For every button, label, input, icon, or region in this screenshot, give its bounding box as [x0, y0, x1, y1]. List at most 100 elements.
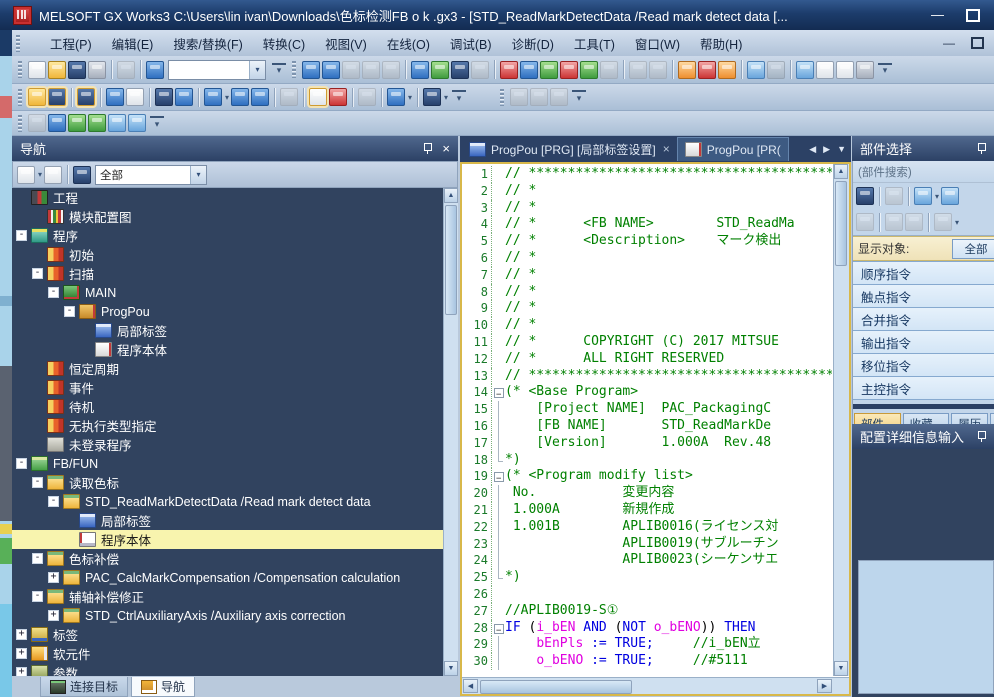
minimize-button[interactable]: —	[931, 9, 944, 21]
insert-row-icon[interactable]	[108, 114, 126, 132]
editor-vertical-scrollbar[interactable]: ▲ ▼	[833, 164, 849, 676]
watch-start-icon[interactable]	[540, 61, 558, 79]
menu-item[interactable]: 搜索/替换(F)	[163, 30, 252, 57]
device-read-icon[interactable]	[520, 61, 538, 79]
tree-item[interactable]: +标签	[12, 625, 458, 644]
toolbar-overflow-button[interactable]: ▾	[572, 90, 586, 104]
menu-item[interactable]: 视图(V)	[315, 30, 377, 57]
program-check-icon[interactable]	[796, 61, 814, 79]
parts-search-input[interactable]: (部件搜索)	[853, 161, 994, 183]
menu-item[interactable]: 工具(T)	[564, 30, 625, 57]
collapse-icon[interactable]: -	[16, 458, 27, 469]
pane-resize-icon[interactable]	[856, 61, 874, 79]
dropdown-icon[interactable]: ▾	[190, 166, 206, 184]
scroll-right-icon[interactable]: ▶	[817, 679, 832, 693]
device-memory-icon[interactable]	[231, 88, 249, 106]
menu-grip[interactable]	[16, 35, 20, 52]
scroll-up-icon[interactable]: ▲	[444, 188, 458, 203]
parts-window-icon[interactable]	[934, 213, 952, 231]
device-monitor-1-icon[interactable]	[629, 61, 647, 79]
collapse-icon[interactable]: -	[48, 287, 59, 298]
code-area[interactable]: 1// ************************************…	[462, 166, 832, 675]
fold-collapse-icon[interactable]	[492, 620, 505, 637]
remote-operation-icon[interactable]	[471, 61, 489, 79]
docking-tab[interactable]: 连接目标	[40, 677, 128, 697]
menu-item[interactable]: 诊断(D)	[502, 30, 564, 57]
instruction-category[interactable]: 触点指令	[853, 285, 994, 308]
new-project-icon[interactable]	[28, 61, 46, 79]
parts-place-icon[interactable]	[914, 187, 932, 205]
insert-comment-icon[interactable]	[128, 114, 146, 132]
expand-icon[interactable]: +	[16, 648, 27, 659]
pin-icon[interactable]	[423, 143, 432, 154]
find-previous-icon[interactable]	[68, 114, 86, 132]
parts-book-icon[interactable]	[885, 187, 903, 205]
device-storage-icon[interactable]	[251, 88, 269, 106]
stamp-icon[interactable]	[117, 61, 135, 79]
stamp-2-icon[interactable]	[280, 88, 298, 106]
device-search-icon[interactable]	[423, 88, 441, 106]
edit-mode-icon[interactable]	[309, 88, 327, 106]
monitor-start-icon[interactable]	[580, 61, 598, 79]
collapse-icon[interactable]: -	[32, 268, 43, 279]
tree-item[interactable]: 程序本体	[12, 340, 458, 359]
expand-icon[interactable]: +	[16, 629, 27, 640]
editor-horizontal-scrollbar[interactable]: ◀ ▶	[462, 677, 849, 694]
device-monitor-2-icon[interactable]	[649, 61, 667, 79]
docking-tab[interactable]: 导航	[131, 677, 195, 697]
simulation-start-icon[interactable]	[747, 61, 765, 79]
scroll-up-icon[interactable]: ▲	[834, 164, 848, 179]
tree-item[interactable]: -程序	[12, 226, 458, 245]
toolbar-overflow-button[interactable]: ▾	[150, 116, 164, 130]
tree-item[interactable]: -色标补偿	[12, 549, 458, 568]
tree-item[interactable]: -辅轴补偿修正	[12, 587, 458, 606]
menu-item[interactable]: 工程(P)	[40, 30, 102, 57]
dropdown-icon[interactable]: ▾	[408, 93, 412, 102]
toolbar-overflow-button[interactable]: ▾	[452, 90, 466, 104]
syntax-check-icon[interactable]	[329, 88, 347, 106]
collapse-icon[interactable]: -	[64, 306, 75, 317]
statement-list-icon[interactable]	[718, 61, 736, 79]
instruction-category[interactable]: 输出指令	[853, 331, 994, 354]
undo-icon[interactable]	[362, 61, 380, 79]
tab-scroll-right-icon[interactable]: ▶	[823, 144, 830, 155]
dropdown-icon[interactable]: ▾	[249, 61, 265, 79]
open-project-icon[interactable]	[48, 61, 66, 79]
tree-filter-combobox[interactable]: 全部▾	[95, 165, 207, 185]
scroll-down-icon[interactable]: ▼	[444, 661, 458, 676]
toolbar-combobox[interactable]: ▾	[168, 60, 266, 80]
tree-item[interactable]: 工程	[12, 188, 458, 207]
window-tile-icon[interactable]	[530, 88, 548, 106]
element-selection-window-icon[interactable]	[48, 88, 66, 106]
print-icon[interactable]	[88, 61, 106, 79]
tree-item[interactable]: -读取色标	[12, 473, 458, 492]
device-write-icon[interactable]	[500, 61, 518, 79]
tree-item[interactable]: 事件	[12, 378, 458, 397]
instruction-category[interactable]: 合并指令	[853, 308, 994, 331]
mdi-minimize-button[interactable]: —	[943, 36, 955, 50]
cross-reference-icon[interactable]	[698, 61, 716, 79]
editor-tab[interactable]: ProgPou [PR(	[677, 137, 789, 161]
menu-item[interactable]: 转换(C)	[253, 30, 315, 57]
menu-item[interactable]: 调试(B)	[440, 30, 502, 57]
collapse-icon[interactable]: -	[32, 591, 43, 602]
editor-tab[interactable]: ProgPou [PRG] [局部标签设置]×	[462, 138, 677, 161]
expand-icon[interactable]: +	[16, 667, 27, 676]
navigation-window-icon[interactable]	[28, 88, 46, 106]
convert-icon[interactable]	[28, 114, 46, 132]
device-comment-icon[interactable]	[204, 88, 222, 106]
toolbar-overflow-button[interactable]: ▾	[272, 63, 286, 77]
scrollbar-thumb[interactable]	[480, 680, 632, 694]
dropdown-icon[interactable]: ▾	[955, 218, 959, 227]
scroll-left-icon[interactable]: ◀	[463, 679, 478, 693]
convert-all-icon[interactable]	[48, 114, 66, 132]
find-in-window-icon[interactable]	[175, 88, 193, 106]
watch-stop-icon[interactable]	[560, 61, 578, 79]
help-icon[interactable]	[146, 61, 164, 79]
detail-input-area[interactable]	[858, 560, 994, 694]
toolbar-grip[interactable]	[18, 115, 22, 132]
tree-item[interactable]: +软元件	[12, 644, 458, 663]
menu-item[interactable]: 窗口(W)	[625, 30, 690, 57]
window-arrange-icon[interactable]	[550, 88, 568, 106]
scrollbar-thumb[interactable]	[445, 205, 457, 315]
